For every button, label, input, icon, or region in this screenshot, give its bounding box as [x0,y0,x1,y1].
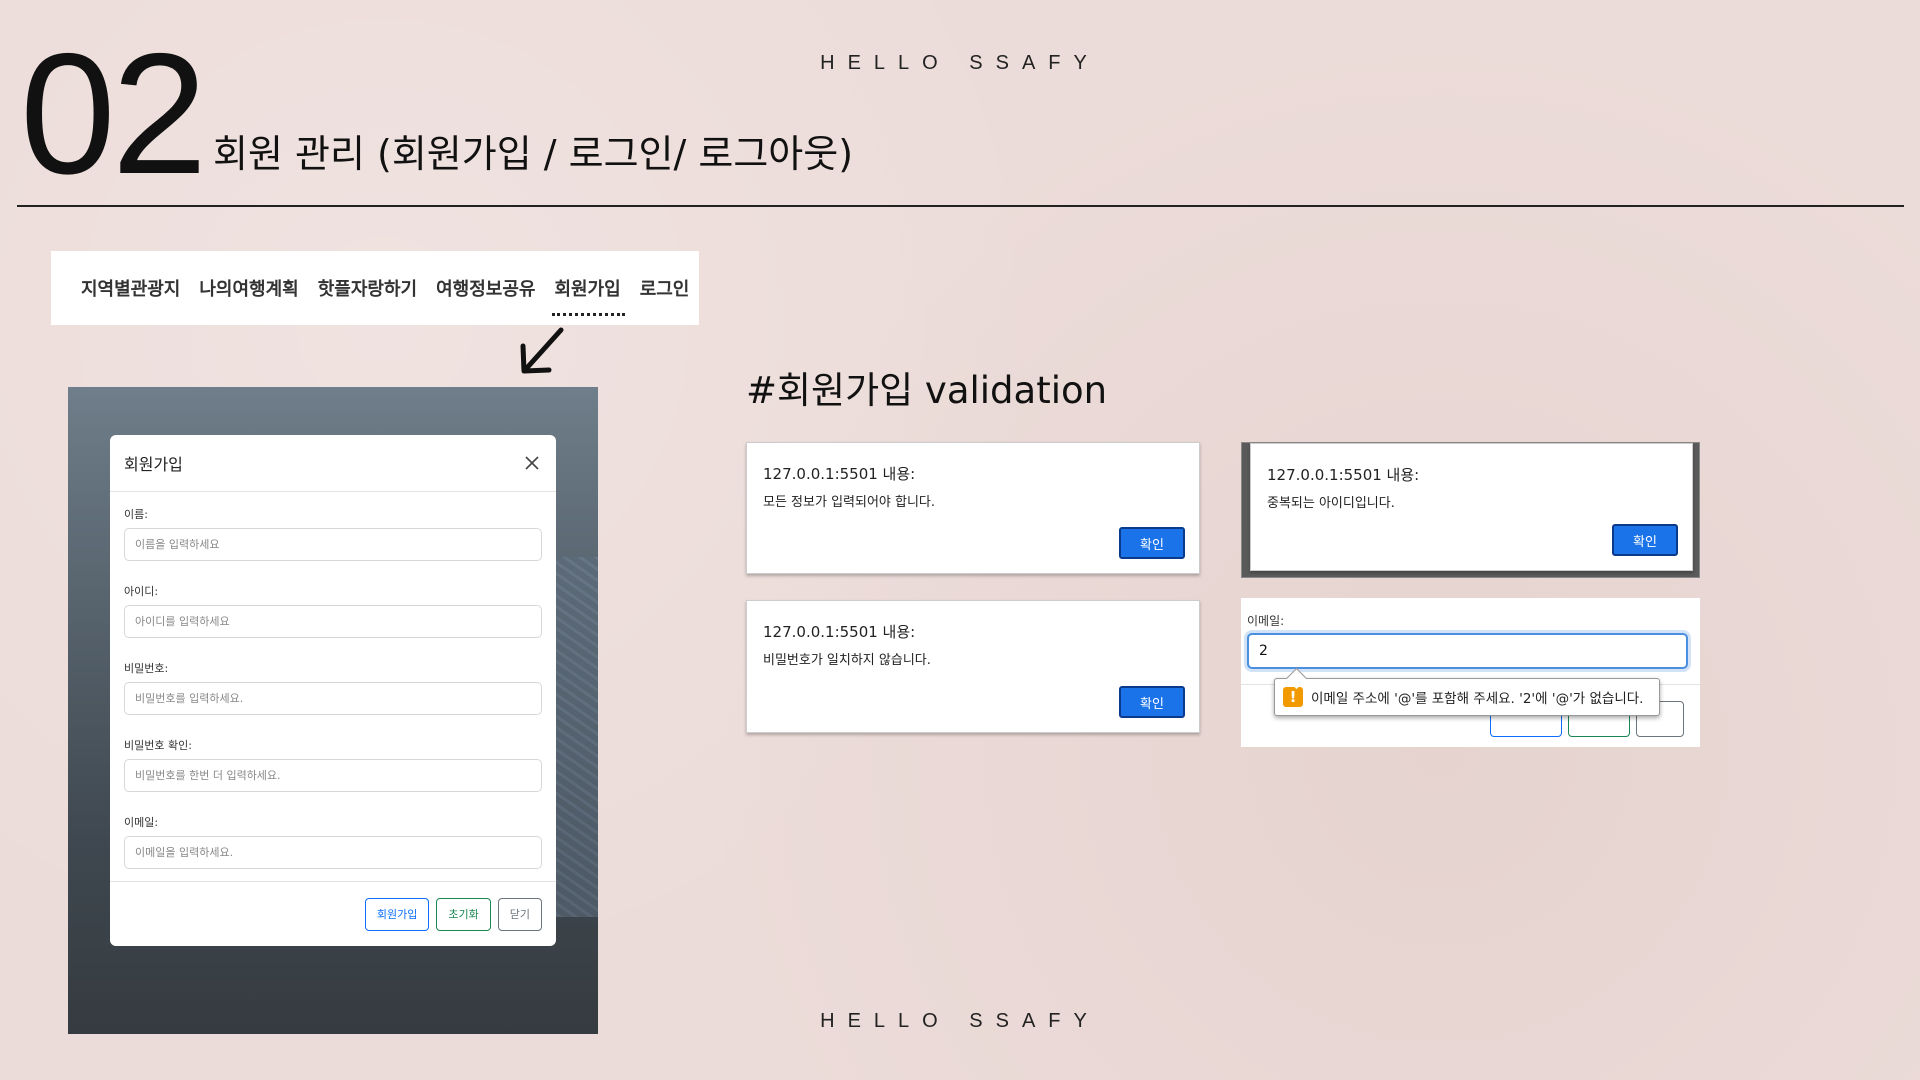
alert-message: 중복되는 아이디입니다. [1267,496,1395,511]
modal-title: 회원가입 [124,455,183,474]
alert-origin: 127.0.0.1:5501 내용: [763,465,916,483]
alert-ok-button[interactable]: 확인 [1119,686,1185,718]
signup-screenshot: 회원가입 이름: 아이디: 비밀번호: 비밀번호 확인: [68,387,598,1034]
signup-modal: 회원가입 이름: 아이디: 비밀번호: 비밀번호 확인: [110,435,556,946]
modal-footer: 회원가입 초기화 닫기 [110,881,556,946]
nav-bar: 지역별관광지 나의여행계획 핫플자랑하기 여행정보공유 회원가입 로그인 [51,251,699,325]
password-confirm-input[interactable] [124,759,542,792]
email-validation-panel: 이메일: ! 이메일 주소에 '@'를 포함해 주세요. '2'에 '@'가 없… [1241,598,1700,747]
alert-origin: 127.0.0.1:5501 내용: [763,623,916,641]
validation-heading: #회원가입 validation [746,369,1108,412]
email-validation-tooltip: ! 이메일 주소에 '@'를 포함해 주세요. '2'에 '@'가 없습니다. [1274,678,1660,716]
modal-header: 회원가입 [110,435,556,492]
header-divider [17,205,1904,207]
email-label: 이메일: [124,816,159,829]
id-field-group: 아이디: [124,583,542,660]
alert-origin: 127.0.0.1:5501 내용: [1267,466,1420,484]
close-icon[interactable] [522,453,542,473]
alert-duplicate-id-frame: 127.0.0.1:5501 내용: 중복되는 아이디입니다. 확인 [1241,442,1700,578]
alert-ok-button[interactable]: 확인 [1612,524,1678,556]
slide-title: 회원 관리 (회원가입 / 로그인/ 로그아웃) [213,132,854,176]
nav-item-travel-info[interactable]: 여행정보공유 [436,275,535,301]
nav-item-hotplace[interactable]: 핫플자랑하기 [318,275,417,301]
password-label: 비밀번호: [124,662,169,675]
alert-duplicate-id: 127.0.0.1:5501 내용: 중복되는 아이디입니다. 확인 [1250,443,1693,571]
nav-item-my-plan[interactable]: 나의여행계획 [199,275,298,301]
close-button[interactable]: 닫기 [497,897,542,931]
password-confirm-label: 비밀번호 확인: [124,739,192,752]
tooltip-message: 이메일 주소에 '@'를 포함해 주세요. '2'에 '@'가 없습니다. [1311,691,1644,707]
id-label: 아이디: [124,585,159,598]
nav-item-signup[interactable]: 회원가입 [552,275,625,316]
name-input[interactable] [124,528,542,561]
name-field-group: 이름: [124,506,542,583]
alert-ok-button[interactable]: 확인 [1119,527,1185,559]
slide-number: 02 [20,18,207,210]
email-input[interactable] [124,836,542,869]
nav-item-attractions[interactable]: 지역별관광지 [81,275,180,301]
password-confirm-field-group: 비밀번호 확인: [124,737,542,814]
signup-button[interactable]: 회원가입 [364,897,430,931]
alert-message: 비밀번호가 일치하지 않습니다. [763,653,931,668]
alert-message: 모든 정보가 입력되어야 합니다. [763,495,936,510]
modal-body: 이름: 아이디: 비밀번호: 비밀번호 확인: 이메일: [110,492,556,891]
password-input[interactable] [124,682,542,715]
reset-button[interactable]: 초기화 [436,897,491,931]
alert-missing-info: 127.0.0.1:5501 내용: 모든 정보가 입력되어야 합니다. 확인 [746,442,1200,574]
email-field-group: 이메일: [124,814,542,891]
arrow-down-left-icon [520,327,564,374]
nav-item-login[interactable]: 로그인 [640,275,690,301]
name-label: 이름: [124,508,148,521]
password-field-group: 비밀번호: [124,660,542,737]
email-label: 이메일: [1247,614,1285,628]
alert-password-mismatch: 127.0.0.1:5501 내용: 비밀번호가 일치하지 않습니다. 확인 [746,600,1200,733]
warning-icon: ! [1283,687,1303,707]
id-input[interactable] [124,605,542,638]
top-tagline: HELLO SSAFY [820,52,1100,74]
email-input[interactable] [1247,633,1688,669]
bottom-tagline: HELLO SSAFY [820,1010,1100,1032]
